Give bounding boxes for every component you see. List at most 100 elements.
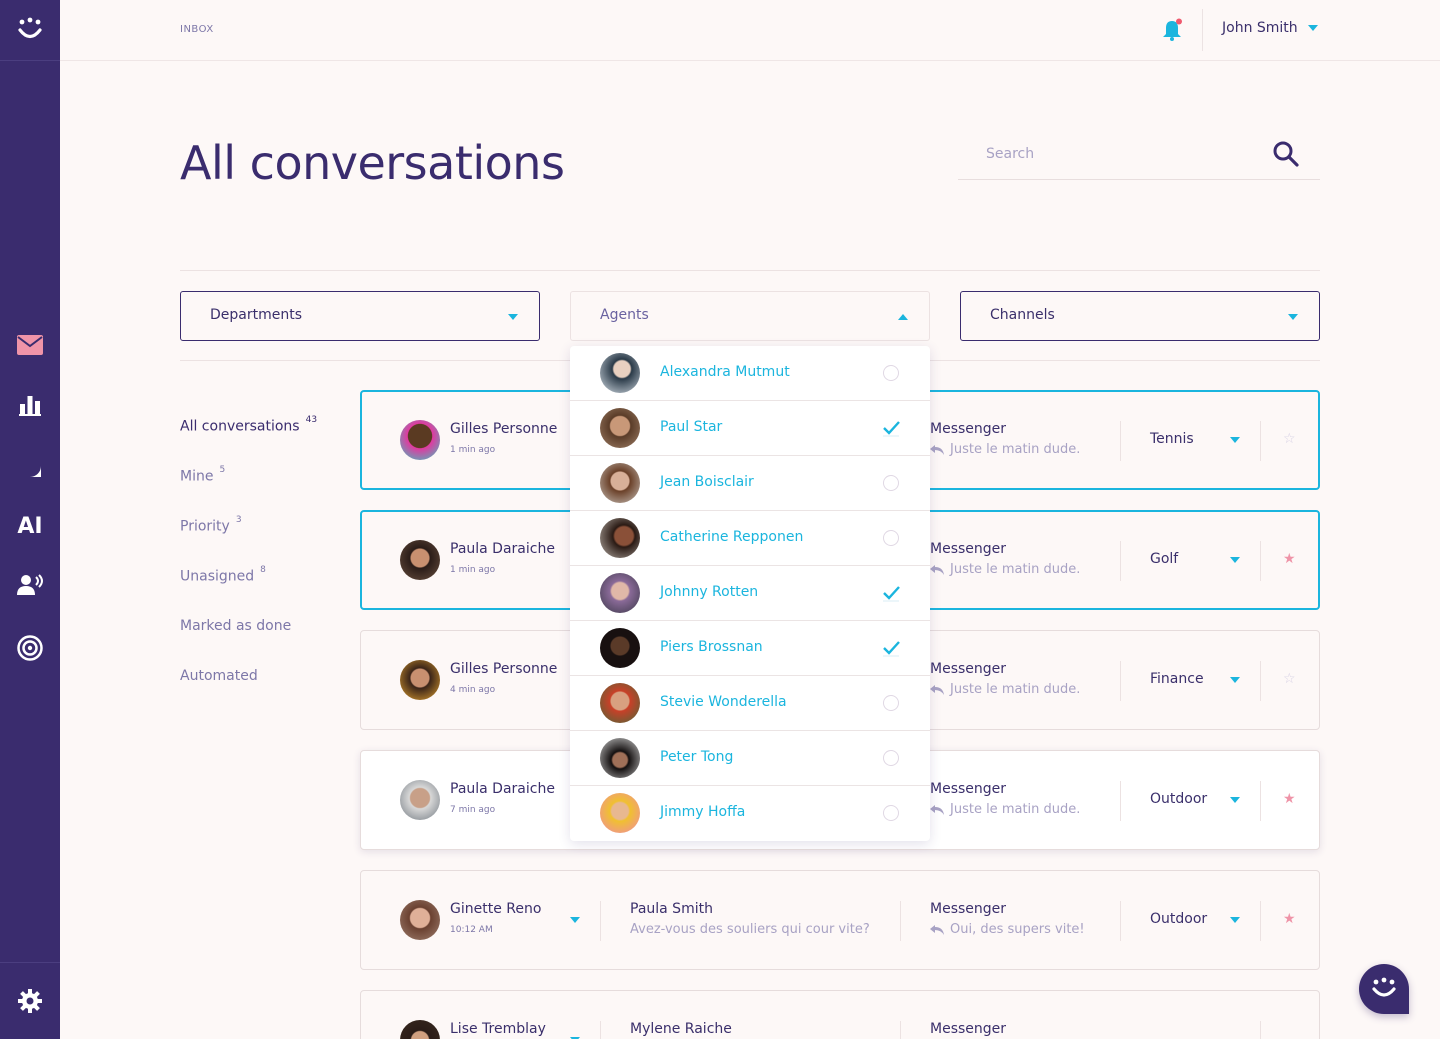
column-divider — [1260, 541, 1261, 581]
user-menu[interactable]: John Smith — [1222, 20, 1318, 36]
departments-filter[interactable]: Departments — [180, 291, 540, 341]
chevron-down-icon[interactable] — [1230, 557, 1240, 563]
chevron-down-icon — [1307, 25, 1318, 31]
column-divider — [900, 1021, 901, 1039]
agent-option[interactable]: Alexandra Mutmut — [570, 346, 930, 401]
avatar — [400, 660, 440, 700]
radio-button[interactable] — [883, 475, 899, 491]
checkmark-icon[interactable] — [881, 418, 901, 438]
speaker-person-icon — [17, 574, 43, 595]
app-logo[interactable] — [0, 0, 60, 61]
chevron-down-icon[interactable] — [1230, 797, 1240, 803]
filter-label: Mine — [180, 468, 214, 485]
agents-filter[interactable]: Agents — [570, 291, 930, 341]
channel-message: Juste le matin dude. — [930, 682, 1080, 697]
filter-automated[interactable]: Automated — [180, 668, 258, 684]
star-icon[interactable]: ★ — [1283, 791, 1296, 807]
customer-name: Gilles Personne — [450, 661, 558, 677]
column-divider — [600, 901, 601, 941]
avatar — [600, 353, 640, 393]
avatar — [600, 463, 640, 503]
filter-mine[interactable]: Mine 5 — [180, 465, 225, 485]
agent-option[interactable]: Peter Tong — [570, 731, 930, 786]
agent-option[interactable]: Jimmy Hoffa — [570, 786, 930, 841]
filter-unassigned[interactable]: Unasigned 8 — [180, 565, 266, 585]
sidebar-item-reports[interactable] — [0, 385, 60, 425]
agent-option[interactable]: Stevie Wonderella — [570, 676, 930, 731]
reply-icon — [930, 924, 944, 935]
agent-option[interactable]: Catherine Repponen — [570, 511, 930, 566]
page-title: All conversations — [180, 136, 565, 190]
column-divider — [1120, 421, 1121, 461]
conversation-card[interactable]: Lise Tremblay Mylene Raiche Messenger — [360, 990, 1320, 1039]
tag-select[interactable]: Outdoor — [1150, 911, 1207, 927]
agent-name: Paula Smith — [630, 901, 713, 917]
chat-widget-button[interactable] — [1359, 964, 1409, 1014]
radio-button[interactable] — [883, 695, 899, 711]
agents-label: Agents — [600, 307, 649, 323]
topbar: INBOX John Smith — [60, 0, 1440, 61]
checkmark-icon[interactable] — [881, 583, 901, 603]
channel-name: Messenger — [930, 541, 1007, 557]
chevron-down-icon[interactable] — [1230, 437, 1240, 443]
chevron-up-icon — [898, 314, 908, 320]
filter-all-conversations[interactable]: All conversations 43 — [180, 415, 317, 435]
filter-priority[interactable]: Priority 3 — [180, 515, 242, 535]
radio-button[interactable] — [883, 530, 899, 546]
sidebar-item-ai[interactable]: AI — [0, 506, 60, 546]
avatar — [400, 900, 440, 940]
channel-message: Juste le matin dude. — [930, 802, 1080, 817]
avatar — [600, 628, 640, 668]
filter-marked-done[interactable]: Marked as done — [180, 618, 291, 634]
tag-select[interactable]: Golf — [1150, 551, 1178, 567]
column-divider — [1120, 661, 1121, 701]
chevron-down-icon[interactable] — [1230, 917, 1240, 923]
channels-filter[interactable]: Channels — [960, 291, 1320, 341]
tag-select[interactable]: Outdoor — [1150, 791, 1207, 807]
smiley-icon — [1372, 977, 1396, 997]
agent-name: Mylene Raiche — [630, 1021, 732, 1037]
avatar — [400, 780, 440, 820]
sidebar-item-chat[interactable] — [0, 446, 60, 486]
reply-icon — [930, 444, 944, 455]
channel-name: Messenger — [930, 901, 1007, 917]
radio-button[interactable] — [883, 805, 899, 821]
avatar — [600, 793, 640, 833]
user-name: John Smith — [1222, 20, 1298, 36]
radio-button[interactable] — [883, 750, 899, 766]
search-icon[interactable] — [1272, 140, 1300, 168]
filter-count: 3 — [235, 515, 242, 525]
timestamp: 1 min ago — [450, 565, 496, 575]
agent-option[interactable]: Jean Boisclair — [570, 456, 930, 511]
timestamp: 7 min ago — [450, 805, 496, 815]
radio-button[interactable] — [883, 365, 899, 381]
sidebar-item-agents[interactable] — [0, 565, 60, 605]
star-icon[interactable]: ☆ — [1283, 671, 1296, 687]
agent-option[interactable]: Paul Star — [570, 401, 930, 456]
customer-name: Paula Daraiche — [450, 541, 555, 557]
agent-option[interactable]: Johnny Rotten — [570, 566, 930, 621]
agent-option-name: Peter Tong — [660, 749, 734, 765]
breadcrumb[interactable]: INBOX — [180, 24, 214, 35]
chevron-down-icon[interactable] — [1230, 677, 1240, 683]
customer-name: Gilles Personne — [450, 421, 558, 437]
agent-option[interactable]: Piers Brossnan — [570, 621, 930, 676]
star-icon[interactable]: ★ — [1283, 551, 1296, 567]
sidebar-settings[interactable] — [0, 962, 60, 1039]
sidebar-item-inbox[interactable] — [0, 325, 60, 365]
notifications-button[interactable] — [1160, 18, 1184, 42]
tag-select[interactable]: Finance — [1150, 671, 1204, 687]
tag-select[interactable]: Tennis — [1150, 431, 1194, 447]
star-icon[interactable]: ☆ — [1283, 431, 1296, 447]
channel-name: Messenger — [930, 661, 1007, 677]
checkmark-icon[interactable] — [881, 638, 901, 658]
conversation-card[interactable]: Ginette Reno 10:12 AM Paula Smith Avez-v… — [360, 870, 1320, 970]
departments-label: Departments — [210, 307, 303, 323]
filter-label: Marked as done — [180, 618, 292, 634]
filter-label: All conversations — [180, 418, 300, 435]
star-icon[interactable]: ★ — [1283, 911, 1296, 927]
search-input[interactable] — [986, 140, 1246, 168]
sidebar-item-goals[interactable] — [0, 628, 60, 668]
chevron-down-icon[interactable] — [570, 917, 580, 923]
chat-bubble-icon — [19, 455, 41, 477]
